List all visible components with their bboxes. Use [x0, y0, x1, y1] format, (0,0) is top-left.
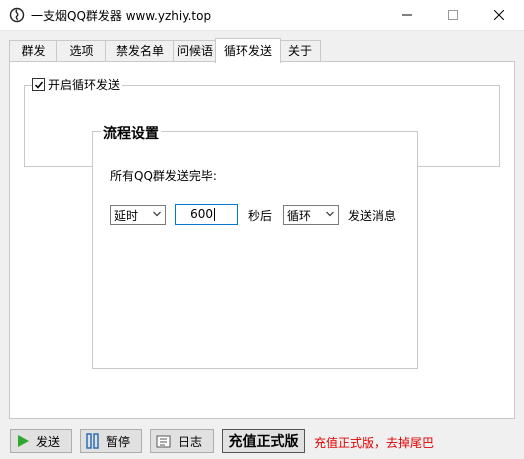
title-bar: 一支烟QQ群发器 www.yzhiy.top	[0, 0, 524, 31]
tab-mass-send[interactable]: 群发	[9, 40, 58, 62]
chevron-down-icon	[326, 211, 334, 217]
bottom-toolbar: 发送 暂停 日志 充值正式版 充值正式版，去掉尾巴	[0, 425, 524, 459]
seconds-label: 秒后	[248, 209, 273, 223]
loop-select[interactable]: 循环	[283, 205, 339, 225]
maximize-icon	[448, 10, 458, 20]
window-title: 一支烟QQ群发器 www.yzhiy.top	[31, 9, 212, 23]
tab-label: 群发	[21, 44, 46, 58]
promo-text: 充值正式版，去掉尾巴	[314, 436, 435, 450]
seconds-input[interactable]: 600	[175, 204, 238, 225]
tab-label: 问候语	[176, 44, 213, 58]
tab-loop-send[interactable]: 循环发送	[215, 38, 281, 63]
minimize-button[interactable]	[384, 0, 430, 30]
tab-label: 循环发送	[223, 44, 272, 58]
chevron-down-icon	[153, 211, 161, 217]
pause-bars-icon	[86, 433, 99, 449]
send-message-label: 发送消息	[348, 209, 397, 223]
tab-label: 禁发名单	[115, 44, 164, 58]
seconds-value: 600	[190, 207, 213, 221]
delay-select[interactable]: 延时	[110, 205, 166, 225]
send-button[interactable]: 发送	[10, 429, 72, 453]
log-book-icon	[156, 435, 171, 447]
delay-select-value: 延时	[114, 208, 139, 223]
maximize-button[interactable]	[430, 0, 476, 30]
send-button-label: 发送	[36, 434, 61, 449]
flow-settings-title: 流程设置	[101, 123, 161, 143]
tab-options[interactable]: 选项	[56, 40, 107, 62]
pause-button[interactable]: 暂停	[80, 429, 142, 453]
recharge-button-label: 充值正式版	[228, 434, 299, 450]
play-arrow-icon	[18, 435, 29, 447]
tab-label: 关于	[287, 44, 312, 58]
minimize-icon	[402, 14, 412, 16]
tab-label: 选项	[69, 44, 94, 58]
checkbox-box[interactable]	[32, 78, 45, 91]
tab-greetings[interactable]: 问候语	[173, 40, 217, 62]
tab-about[interactable]: 关于	[279, 40, 321, 62]
completion-label: 所有QQ群发送完毕:	[110, 169, 217, 183]
check-icon	[34, 81, 43, 89]
log-button-label: 日志	[178, 434, 203, 449]
tab-blocklist[interactable]: 禁发名单	[105, 40, 175, 62]
close-button[interactable]	[476, 0, 522, 30]
app-icon	[9, 7, 25, 23]
recharge-button[interactable]: 充值正式版	[222, 429, 305, 453]
enable-loop-checkbox[interactable]: 开启循环发送	[32, 76, 123, 93]
log-button[interactable]: 日志	[150, 429, 214, 453]
pause-button-label: 暂停	[106, 434, 131, 449]
text-caret	[214, 208, 215, 221]
close-icon	[494, 10, 504, 20]
loop-select-value: 循环	[287, 208, 312, 223]
enable-loop-label: 开启循环发送	[48, 78, 121, 92]
